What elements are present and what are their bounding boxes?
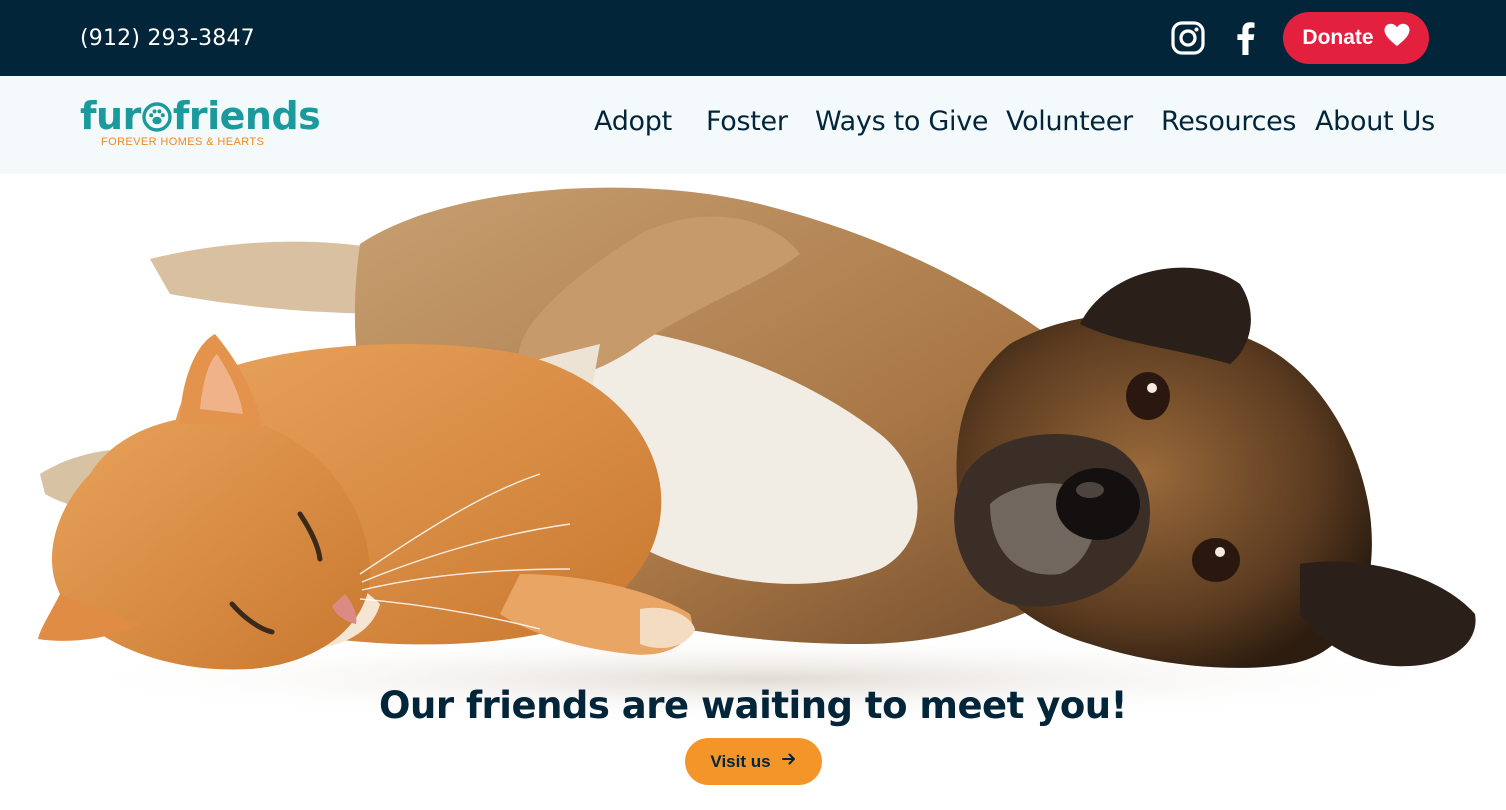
phone-number-link[interactable]: (912) 293-3847: [80, 26, 255, 51]
instagram-icon[interactable]: [1170, 20, 1206, 56]
main-navigation: fur friends FOREVER HOMES & HEARTS Adopt…: [0, 76, 1506, 174]
heart-icon: [1384, 23, 1410, 53]
hero-section: Our friends are waiting to meet you! Vis…: [0, 174, 1506, 810]
logo-word-right: friends: [172, 94, 321, 138]
logo-tagline: FOREVER HOMES & HEARTS: [101, 136, 265, 148]
logo-word-left: fur: [80, 94, 141, 138]
arrow-right-icon: [781, 751, 797, 772]
nav-item-volunteer[interactable]: Volunteer: [1006, 106, 1133, 137]
nav-item-ways-to-give[interactable]: Ways to Give: [815, 106, 989, 137]
nav-item-about-us[interactable]: About Us: [1315, 106, 1435, 137]
visit-us-button[interactable]: Visit us: [685, 738, 822, 785]
paw-icon: [142, 97, 172, 132]
nav-item-resources[interactable]: Resources: [1161, 106, 1296, 137]
donate-button[interactable]: Donate: [1283, 12, 1429, 64]
fur-friends-logo[interactable]: fur friends FOREVER HOMES & HEARTS: [80, 94, 321, 154]
nav-item-foster[interactable]: Foster: [706, 106, 788, 137]
top-bar: (912) 293-3847 Donate: [0, 0, 1506, 76]
visit-us-label: Visit us: [710, 751, 771, 771]
logo-wordmark: fur friends: [80, 94, 321, 138]
facebook-icon[interactable]: [1228, 20, 1264, 56]
hero-title: Our friends are waiting to meet you!: [379, 684, 1127, 727]
nav-item-adopt[interactable]: Adopt: [594, 106, 672, 137]
donate-label: Donate: [1302, 26, 1374, 49]
